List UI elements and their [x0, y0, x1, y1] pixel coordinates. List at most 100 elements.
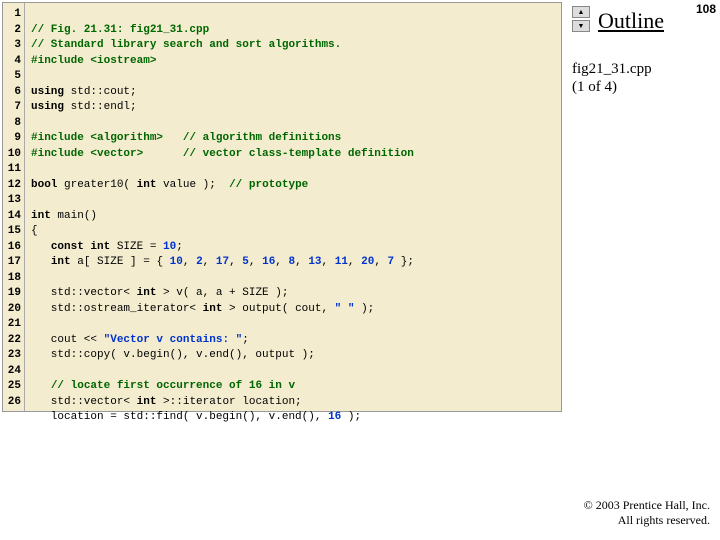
code-text: ,: [183, 256, 196, 268]
line-number: 10: [3, 147, 21, 163]
code-comment: // vector class-template definition: [143, 148, 414, 160]
line-number: 4: [3, 54, 21, 70]
code-preproc: #include <algorithm>: [31, 132, 163, 144]
line-number: 6: [3, 85, 21, 101]
line-number: 25: [3, 379, 21, 395]
code-literal: 11: [335, 256, 348, 268]
code-comment: // prototype: [229, 179, 308, 191]
code-text: ,: [295, 256, 308, 268]
code-text: ,: [249, 256, 262, 268]
code-text: ;: [176, 241, 183, 253]
code-literal: 16: [262, 256, 275, 268]
line-number: 19: [3, 286, 21, 302]
code-preproc: #include <iostream>: [31, 55, 156, 67]
code-text: ,: [374, 256, 387, 268]
code-text: cout <<: [31, 334, 104, 346]
line-number: 16: [3, 240, 21, 256]
code-text: [31, 256, 51, 268]
down-arrow-icon: ▼: [578, 23, 585, 30]
code-text: [31, 380, 51, 392]
code-text: [31, 241, 51, 253]
code-text: );: [341, 411, 361, 423]
code-text: ,: [275, 256, 288, 268]
line-number: 17: [3, 255, 21, 271]
code-text: > output( cout,: [222, 303, 334, 315]
code-keyword: int: [51, 256, 71, 268]
code-literal: 20: [361, 256, 374, 268]
code-text: ,: [203, 256, 216, 268]
code-text: );: [354, 303, 374, 315]
copyright-text: © 2003 Prentice Hall, Inc. All rights re…: [584, 498, 710, 528]
line-number: 11: [3, 162, 21, 178]
code-keyword: int: [203, 303, 223, 315]
line-number: 24: [3, 364, 21, 380]
line-number: 22: [3, 333, 21, 349]
code-preproc: #include <vector>: [31, 148, 143, 160]
code-literal: 13: [308, 256, 321, 268]
code-literal: 17: [216, 256, 229, 268]
copyright-line: All rights reserved.: [584, 513, 710, 528]
code-text: ,: [322, 256, 335, 268]
code-text: {: [31, 225, 38, 237]
line-gutter: 1 2 3 4 5 6 7 8 9 10 11 12 13 14 15 16 1…: [3, 3, 25, 411]
code-text: greater10(: [57, 179, 136, 191]
nav-down-button[interactable]: ▼: [572, 20, 590, 32]
copyright-line: © 2003 Prentice Hall, Inc.: [584, 498, 710, 513]
line-number: 9: [3, 131, 21, 147]
line-number: 13: [3, 193, 21, 209]
outline-link[interactable]: Outline: [598, 8, 664, 34]
line-number: 21: [3, 317, 21, 333]
line-number: 7: [3, 100, 21, 116]
file-label-name: fig21_31.cpp: [572, 60, 652, 78]
code-area: // Fig. 21.31: fig21_31.cpp // Standard …: [25, 3, 561, 411]
code-keyword: int: [31, 210, 51, 222]
code-text: main(): [51, 210, 97, 222]
code-text: std::copy( v.begin(), v.end(), output );: [31, 349, 315, 361]
nav-buttons: ▲ ▼: [572, 6, 588, 34]
code-keyword: using: [31, 86, 64, 98]
code-keyword: int: [137, 396, 157, 408]
code-keyword: int: [137, 179, 157, 191]
code-keyword: const int: [51, 241, 110, 253]
code-text: location = std::find( v.begin(), v.end()…: [31, 411, 328, 423]
line-number: 26: [3, 395, 21, 411]
code-text: ;: [242, 334, 249, 346]
code-text: value );: [156, 179, 229, 191]
page-number: 108: [696, 2, 716, 16]
code-literal: 5: [242, 256, 249, 268]
file-label: fig21_31.cpp (1 of 4): [572, 60, 652, 96]
line-number: 14: [3, 209, 21, 225]
code-comment: // algorithm definitions: [163, 132, 341, 144]
code-literal: 10: [170, 256, 183, 268]
code-comment: // Fig. 21.31: fig21_31.cpp: [31, 24, 209, 36]
line-number: 3: [3, 38, 21, 54]
line-number: 1: [3, 7, 21, 23]
code-string: " ": [335, 303, 355, 315]
code-text: SIZE =: [110, 241, 163, 253]
code-text: std::cout;: [64, 86, 137, 98]
code-keyword: bool: [31, 179, 57, 191]
line-number: 8: [3, 116, 21, 132]
code-literal: 2: [196, 256, 203, 268]
code-text: >::iterator location;: [156, 396, 301, 408]
code-text: std::ostream_iterator<: [31, 303, 203, 315]
code-comment: // Standard library search and sort algo…: [31, 39, 341, 51]
nav-up-button[interactable]: ▲: [572, 6, 590, 18]
code-text: ,: [229, 256, 242, 268]
code-text: > v( a, a + SIZE );: [156, 287, 288, 299]
file-label-part: (1 of 4): [572, 78, 652, 96]
code-text: std::vector<: [31, 287, 137, 299]
code-comment: // locate first occurrence of 16 in v: [51, 380, 295, 392]
line-number: 20: [3, 302, 21, 318]
code-panel: 1 2 3 4 5 6 7 8 9 10 11 12 13 14 15 16 1…: [2, 2, 562, 412]
line-number: 12: [3, 178, 21, 194]
sidebar: ▲ ▼ Outline 108 fig21_31.cpp (1 of 4): [564, 0, 720, 540]
code-string: "Vector v contains: ": [104, 334, 243, 346]
line-number: 23: [3, 348, 21, 364]
code-keyword: int: [137, 287, 157, 299]
code-text: std::endl;: [64, 101, 137, 113]
line-number: 15: [3, 224, 21, 240]
code-text: ,: [348, 256, 361, 268]
code-text: };: [394, 256, 414, 268]
code-keyword: using: [31, 101, 64, 113]
